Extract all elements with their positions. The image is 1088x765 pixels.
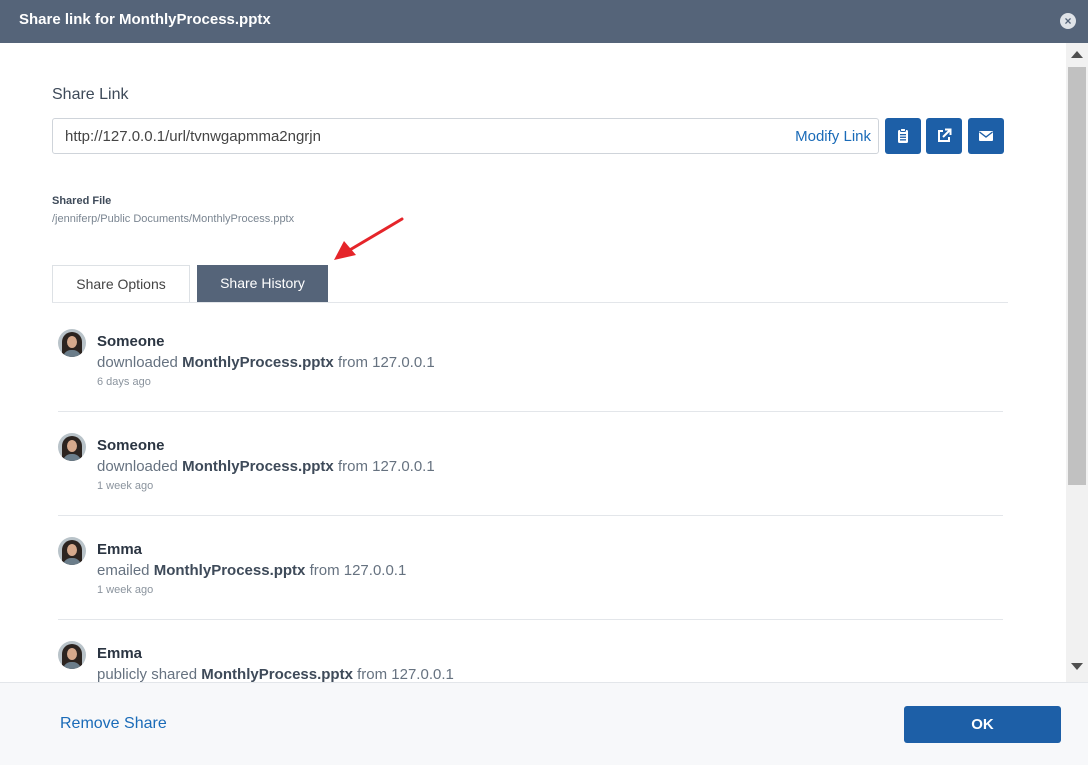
history-action: downloaded MonthlyProcess.pptx from 127.… — [97, 458, 435, 475]
history-time: 1 week ago — [97, 480, 154, 492]
scroll-down-icon[interactable] — [1071, 663, 1083, 670]
email-button[interactable] — [968, 118, 1004, 154]
history-verb: downloaded — [97, 458, 178, 475]
modify-link-button[interactable]: Modify Link — [795, 128, 871, 145]
shared-file-label: Shared File — [52, 195, 112, 207]
ok-button[interactable]: OK — [904, 706, 1061, 743]
red-arrow-annotation-icon — [334, 217, 404, 260]
remove-share-button[interactable]: Remove Share — [60, 715, 167, 733]
dialog-titlebar: Share link for MonthlyProcess.pptx × — [0, 0, 1088, 43]
history-user-name: Someone — [97, 437, 165, 454]
history-source: from 127.0.0.1 — [309, 562, 407, 579]
share-link-field[interactable]: http://127.0.0.1/url/tvnwgapmma2ngrjn Mo… — [52, 118, 879, 154]
scrollbar-thumb[interactable] — [1068, 67, 1086, 485]
open-external-button[interactable] — [926, 118, 962, 154]
avatar — [58, 537, 86, 565]
copy-clipboard-icon — [898, 128, 908, 143]
history-time: 1 week ago — [97, 584, 154, 596]
tab-share-options[interactable]: Share Options — [52, 265, 190, 302]
avatar — [58, 641, 86, 669]
share-link-url[interactable]: http://127.0.0.1/url/tvnwgapmma2ngrjn — [65, 128, 321, 145]
history-time: 6 days ago — [97, 376, 151, 388]
history-user-name: Emma — [97, 541, 143, 558]
history-entry: Someone downloaded MonthlyProcess.pptx f… — [58, 303, 1003, 412]
share-history-list[interactable]: Someone downloaded MonthlyProcess.pptx f… — [58, 303, 1003, 682]
dialog-footer: Remove Share OK — [0, 682, 1088, 765]
history-source: from 127.0.0.1 — [337, 458, 435, 475]
history-file: MonthlyProcess.pptx — [182, 354, 334, 371]
copy-clipboard-button[interactable] — [885, 118, 921, 154]
history-user-name: Someone — [97, 333, 165, 350]
history-file: MonthlyProcess.pptx — [201, 666, 353, 682]
open-external-icon — [938, 128, 952, 142]
scroll-up-icon[interactable] — [1071, 51, 1083, 58]
history-verb: downloaded — [97, 354, 178, 371]
history-entry: Emma publicly shared MonthlyProcess.pptx… — [58, 615, 1003, 682]
dialog-title: Share link for MonthlyProcess.pptx — [19, 11, 271, 28]
avatar — [58, 329, 86, 357]
avatar — [58, 433, 86, 461]
history-file: MonthlyProcess.pptx — [182, 458, 334, 475]
history-source: from 127.0.0.1 — [337, 354, 435, 371]
history-entry: Emma emailed MonthlyProcess.pptx from 12… — [58, 511, 1003, 620]
history-verb: emailed — [97, 562, 150, 579]
scrollbar[interactable] — [1066, 43, 1088, 682]
history-file: MonthlyProcess.pptx — [153, 562, 306, 579]
history-source: from 127.0.0.1 — [357, 666, 454, 682]
history-action: publicly shared MonthlyProcess.pptx from… — [97, 666, 454, 682]
share-link-label: Share Link — [52, 86, 129, 103]
history-verb: publicly shared — [97, 666, 198, 682]
shared-file-path: /jenniferp/Public Documents/MonthlyProce… — [52, 213, 295, 225]
tab-share-history[interactable]: Share History — [197, 265, 328, 302]
history-entry: Someone downloaded MonthlyProcess.pptx f… — [58, 407, 1003, 516]
history-action: downloaded MonthlyProcess.pptx from 127.… — [97, 354, 435, 371]
email-icon — [979, 131, 993, 141]
close-icon[interactable]: × — [1060, 13, 1076, 29]
history-user-name: Emma — [97, 645, 143, 662]
history-action: emailed MonthlyProcess.pptx from 127.0.0… — [97, 562, 406, 579]
